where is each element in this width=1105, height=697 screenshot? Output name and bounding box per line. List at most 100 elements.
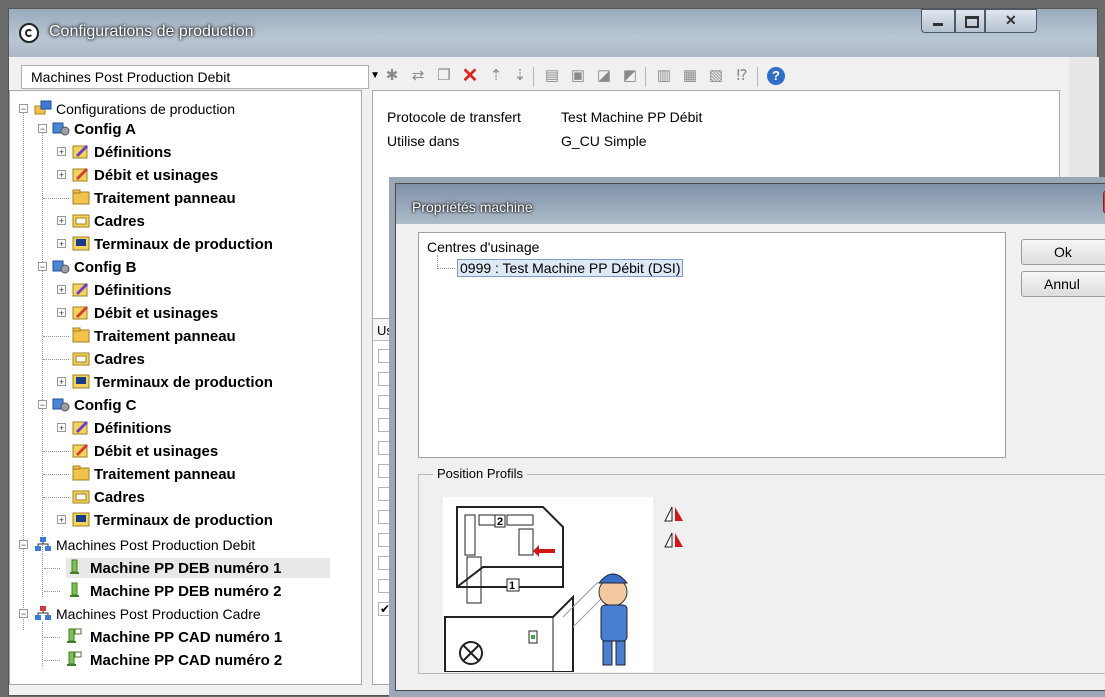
tree-mpp-debit[interactable]: − Machines Post Production Debit: [10, 535, 350, 555]
chevron-down-icon[interactable]: ▼: [370, 70, 380, 81]
tree-label: Traitement panneau: [94, 466, 236, 483]
tree-item-cadres[interactable]: + Cadres: [10, 211, 350, 231]
tree-item-debit[interactable]: + Débit et usinages: [10, 303, 350, 323]
send-icon[interactable]: ▧: [707, 67, 725, 85]
network-icon: [34, 536, 52, 552]
remove-icon[interactable]: ⁉: [733, 67, 751, 85]
flip-vertical-icon[interactable]: [663, 503, 685, 523]
config-gear-icon: [52, 258, 70, 274]
cadres-icon: [72, 350, 90, 366]
tree-machine-cad-2[interactable]: Machine PP CAD numéro 2: [44, 650, 330, 670]
new-icon[interactable]: ✱: [383, 67, 401, 85]
row-checkbox[interactable]: [378, 418, 392, 432]
tree-config-c[interactable]: − Config C: [10, 395, 350, 415]
row-checkbox[interactable]: [378, 487, 392, 501]
collapse-icon[interactable]: −: [19, 609, 28, 619]
import-icon[interactable]: ◪: [595, 67, 613, 85]
tree-label: Cadres: [94, 351, 145, 368]
expand-icon[interactable]: +: [57, 239, 66, 249]
protocol-label: Protocole de transfert: [387, 109, 521, 125]
row-checkbox[interactable]: [378, 579, 392, 593]
expand-icon[interactable]: +: [57, 308, 66, 318]
expand-icon[interactable]: +: [57, 170, 66, 180]
folder-icon: [72, 327, 90, 343]
tree-config-b[interactable]: − Config B: [10, 257, 350, 277]
machine-icon: [66, 628, 84, 644]
expand-icon[interactable]: +: [57, 147, 66, 157]
tree-machine-deb-2[interactable]: Machine PP DEB numéro 2: [44, 581, 330, 601]
tree-item-definitions[interactable]: + Définitions: [10, 418, 350, 438]
collapse-icon[interactable]: −: [38, 400, 47, 410]
copy-icon[interactable]: ❐: [435, 67, 453, 85]
add-machine-icon[interactable]: ▥: [655, 67, 673, 85]
tree-item-traitement[interactable]: Traitement panneau: [10, 464, 350, 484]
cancel-button[interactable]: Annul: [1021, 271, 1105, 297]
row-checkbox[interactable]: [378, 533, 392, 547]
ok-button[interactable]: Ok: [1021, 239, 1105, 265]
flip-horizontal-icon[interactable]: [663, 529, 685, 549]
configurations-icon: [34, 100, 52, 116]
row-checkbox[interactable]: [378, 349, 392, 363]
expand-icon[interactable]: +: [57, 285, 66, 295]
expand-icon[interactable]: +: [57, 377, 66, 387]
definitions-icon: [72, 143, 90, 159]
network-icon: [34, 605, 52, 621]
tree-item-definitions[interactable]: + Définitions: [10, 280, 350, 300]
properties-icon[interactable]: ▤: [543, 67, 561, 85]
tree-item-terminaux[interactable]: + Terminaux de production: [10, 234, 350, 254]
edit-machine-icon[interactable]: ▦: [681, 67, 699, 85]
collapse-icon[interactable]: −: [38, 262, 47, 272]
row-checkbox[interactable]: ✔: [378, 602, 392, 616]
tree-label: Cadres: [94, 489, 145, 506]
row-checkbox[interactable]: [378, 395, 392, 409]
tree-mpp-cadre[interactable]: − Machines Post Production Cadre: [10, 604, 350, 624]
maximize-button[interactable]: [955, 9, 985, 33]
export-icon[interactable]: ◩: [621, 67, 639, 85]
list-item[interactable]: 0999 : Test Machine PP Débit (DSI): [457, 259, 684, 277]
folder-icon: [72, 465, 90, 481]
collapse-icon[interactable]: −: [19, 540, 28, 550]
tree-label: Terminaux de production: [94, 512, 273, 529]
row-checkbox[interactable]: [378, 464, 392, 478]
machining-centers-list[interactable]: Centres d'usinage 0999 : Test Machine PP…: [418, 232, 1006, 458]
collapse-icon[interactable]: −: [19, 104, 28, 114]
arrow-down-icon[interactable]: ⇣: [511, 67, 529, 85]
tree-machine-deb-1[interactable]: Machine PP DEB numéro 1: [44, 558, 330, 578]
tree-config-a[interactable]: − Config A: [10, 119, 350, 139]
expand-icon[interactable]: +: [57, 423, 66, 433]
tree-item-terminaux[interactable]: + Terminaux de production: [10, 510, 350, 530]
tree-machine-cad-1[interactable]: Machine PP CAD numéro 1: [44, 627, 330, 647]
arrow-up-icon[interactable]: ⇡: [487, 67, 505, 85]
app-icon: [19, 23, 39, 43]
config-icon[interactable]: ▣: [569, 67, 587, 85]
dialog-title-bar[interactable]: Propriétés machine: [396, 184, 1105, 224]
row-checkbox[interactable]: [378, 556, 392, 570]
tree-item-terminaux[interactable]: + Terminaux de production: [10, 372, 350, 392]
close-button[interactable]: [985, 9, 1037, 33]
tree-item-cadres[interactable]: Cadres: [10, 349, 350, 369]
tree-root[interactable]: − Configurations de production: [10, 99, 350, 119]
delete-icon[interactable]: ✕: [461, 66, 479, 86]
tree-item-cadres[interactable]: Cadres: [10, 487, 350, 507]
rename-icon[interactable]: ⇄: [409, 67, 427, 85]
definitions-icon: [72, 419, 90, 435]
machine-type-select[interactable]: Machines Post Production Debit ▼: [21, 65, 380, 89]
collapse-icon[interactable]: −: [38, 124, 47, 134]
config-tree[interactable]: − Configurations de production − Config …: [9, 90, 362, 685]
config-gear-icon: [52, 396, 70, 412]
tree-label: Config A: [74, 121, 136, 138]
row-checkbox[interactable]: [378, 372, 392, 386]
tree-item-debit[interactable]: Débit et usinages: [10, 441, 350, 461]
expand-icon[interactable]: +: [57, 515, 66, 525]
used-in-label: Utilise dans: [387, 133, 460, 149]
minimize-button[interactable]: [921, 9, 955, 33]
expand-icon[interactable]: +: [57, 216, 66, 226]
tree-item-definitions[interactable]: + Définitions: [10, 142, 350, 162]
help-icon[interactable]: ?: [767, 67, 785, 85]
title-bar[interactable]: Configurations de production: [9, 9, 1097, 57]
row-checkbox[interactable]: [378, 510, 392, 524]
tree-item-traitement[interactable]: Traitement panneau: [10, 188, 350, 208]
row-checkbox[interactable]: [378, 441, 392, 455]
tree-item-traitement[interactable]: Traitement panneau: [10, 326, 350, 346]
tree-item-debit[interactable]: + Débit et usinages: [10, 165, 350, 185]
